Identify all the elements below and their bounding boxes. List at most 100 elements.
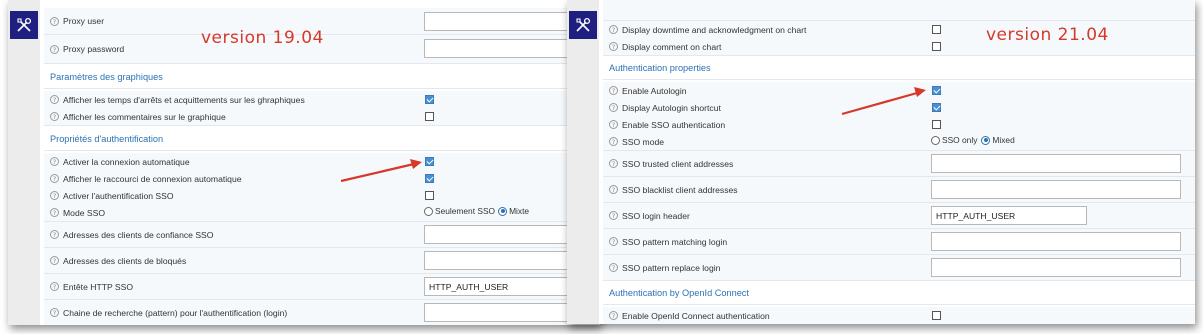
- form-row: ? Afficher les commentaires sur le graphi…: [44, 108, 600, 126]
- form-row: ? Mode SSO Seulement SSO Mixte: [44, 204, 600, 222]
- row-label: Enable SSO authentication: [622, 119, 726, 130]
- radio-mixed[interactable]: [498, 206, 508, 216]
- help-icon[interactable]: ?: [609, 185, 618, 194]
- help-icon[interactable]: ?: [50, 308, 59, 317]
- form-row: ? SSO pattern matching login: [603, 229, 1195, 255]
- help-icon[interactable]: ?: [609, 103, 618, 112]
- section-header: Authentication properties: [603, 57, 1195, 80]
- row-label: Entête HTTP SSO: [63, 281, 134, 292]
- sso-login-header-input[interactable]: HTTP_AUTH_USER: [931, 206, 1087, 225]
- screenshot-v21-04: ? Display downtime and acknowledgment on …: [567, 0, 1195, 324]
- row-label: Display Autologin shortcut: [622, 102, 721, 113]
- help-icon[interactable]: ?: [50, 157, 59, 166]
- sso-pattern-matching-input[interactable]: [931, 232, 1181, 251]
- row-label: Adresses des clients de bloqués: [63, 255, 187, 266]
- row-label: SSO blacklist client addresses: [622, 184, 738, 195]
- form-row: ? Adresses des clients de bloqués: [44, 248, 600, 274]
- form-row: ? Enable OpenId Connect authentication: [603, 307, 1195, 324]
- settings-form: ? Proxy user ? Proxy password version 19.0…: [44, 0, 600, 325]
- sso-mode-radio-group: SSO only Mixed: [931, 135, 1015, 145]
- form-row: ? Activer l'authentification SSO: [44, 187, 600, 205]
- help-icon[interactable]: ?: [609, 211, 618, 220]
- help-icon[interactable]: ?: [50, 191, 59, 200]
- help-icon[interactable]: ?: [50, 174, 59, 183]
- row-label: Activer l'authentification SSO: [63, 190, 174, 201]
- display-comment-checkbox[interactable]: [932, 42, 941, 51]
- display-downtime-checkbox[interactable]: [932, 25, 941, 34]
- section-header: Paramètres des graphiques: [44, 66, 600, 89]
- row-label: Display downtime and acknowledgment on c…: [622, 24, 807, 35]
- help-icon[interactable]: ?: [50, 256, 59, 265]
- version-label: version 21.04: [986, 25, 1109, 45]
- form-row: ? SSO blacklist client addresses: [603, 177, 1195, 203]
- row-label: Proxy user: [63, 16, 105, 26]
- form-row: ? Activer la connexion automatique: [44, 153, 600, 171]
- help-icon[interactable]: ?: [609, 311, 618, 320]
- row-label: Display comment on chart: [622, 41, 722, 52]
- row-label: Enable Autologin: [622, 85, 687, 96]
- help-icon[interactable]: ?: [609, 237, 618, 246]
- display-downtime-checkbox[interactable]: [425, 95, 434, 104]
- help-icon[interactable]: ?: [609, 25, 618, 34]
- help-icon[interactable]: ?: [50, 230, 59, 239]
- sso-trusted-clients-input[interactable]: [931, 154, 1181, 173]
- help-icon[interactable]: ?: [609, 86, 618, 95]
- form-row: ? SSO mode SSO only Mixed: [603, 133, 1195, 151]
- form-row: ? SSO login header HTTP_AUTH_USER: [603, 203, 1195, 229]
- help-icon[interactable]: ?: [50, 112, 59, 121]
- radio-label: Mixed: [992, 135, 1015, 145]
- row-label: Mode SSO: [63, 207, 106, 218]
- row-label: SSO trusted client addresses: [622, 158, 734, 169]
- sso-auth-checkbox[interactable]: [932, 120, 941, 129]
- form-row: ? Entête HTTP SSO HTTP_AUTH_USER: [44, 274, 600, 300]
- openid-connect-checkbox[interactable]: [932, 311, 941, 320]
- row-label: Activer la connexion automatique: [63, 156, 190, 167]
- section-title: Authentication by OpenId Connect: [609, 288, 749, 298]
- radio-sso-only[interactable]: [424, 206, 433, 216]
- sso-pattern-replace-input[interactable]: [931, 258, 1181, 277]
- row-label: SSO login header: [622, 210, 690, 221]
- screenshot-v19-04: ? Proxy user ? Proxy password version 19.0…: [8, 0, 600, 325]
- row-label: Proxy password: [63, 44, 125, 54]
- sidebar: [8, 0, 40, 325]
- help-icon[interactable]: ?: [609, 42, 618, 51]
- wrench-screwdriver-icon: [576, 17, 591, 32]
- sso-auth-checkbox[interactable]: [425, 191, 434, 200]
- display-comment-checkbox[interactable]: [425, 112, 434, 121]
- form-row: ? Enable SSO authentication: [603, 116, 1195, 134]
- form-row: ? SSO pattern replace login: [603, 255, 1195, 281]
- admin-tools-logo[interactable]: [10, 11, 38, 39]
- sso-blacklist-clients-input[interactable]: [931, 180, 1181, 199]
- radio-mixed[interactable]: [981, 135, 991, 145]
- form-row: [603, 0, 1195, 21]
- row-label: Enable OpenId Connect authentication: [622, 310, 770, 321]
- help-icon[interactable]: ?: [50, 44, 59, 54]
- form-row: ? Chaine de recherche (pattern) pour l'au…: [44, 300, 600, 325]
- help-icon[interactable]: ?: [609, 159, 618, 168]
- form-row: ? SSO trusted client addresses: [603, 151, 1195, 177]
- radio-label: SSO only: [942, 135, 978, 145]
- form-row: ? Adresses des clients de confiance SSO: [44, 222, 600, 248]
- help-icon[interactable]: ?: [609, 120, 618, 129]
- autologin-shortcut-checkbox[interactable]: [932, 103, 941, 112]
- radio-sso-only[interactable]: [931, 135, 940, 145]
- help-icon[interactable]: ?: [50, 95, 59, 104]
- row-label: Chaine de recherche (pattern) pour l'aut…: [63, 307, 288, 318]
- form-row: ? Afficher les temps d'arrêts et acquitte…: [44, 91, 600, 109]
- help-icon[interactable]: ?: [50, 16, 59, 26]
- version-label: version 19.04: [201, 28, 324, 48]
- radio-label: Mixte: [509, 206, 530, 216]
- row-label: SSO pattern matching login: [622, 236, 728, 247]
- row-label: Adresses des clients de confiance SSO: [63, 229, 214, 240]
- help-icon[interactable]: ?: [609, 137, 618, 146]
- section-title: Propriétés d'authentification: [50, 134, 164, 144]
- autologin-checkbox[interactable]: [932, 86, 941, 95]
- row-label: SSO pattern replace login: [622, 262, 721, 273]
- radio-label: Seulement SSO: [435, 206, 496, 216]
- help-icon[interactable]: ?: [50, 208, 59, 217]
- row-label: Afficher le raccourci de connexion autom…: [63, 173, 242, 184]
- admin-tools-logo[interactable]: [569, 11, 597, 39]
- help-icon[interactable]: ?: [609, 263, 618, 272]
- row-label: Afficher les temps d'arrêts et acquittem…: [63, 94, 305, 105]
- help-icon[interactable]: ?: [50, 282, 59, 291]
